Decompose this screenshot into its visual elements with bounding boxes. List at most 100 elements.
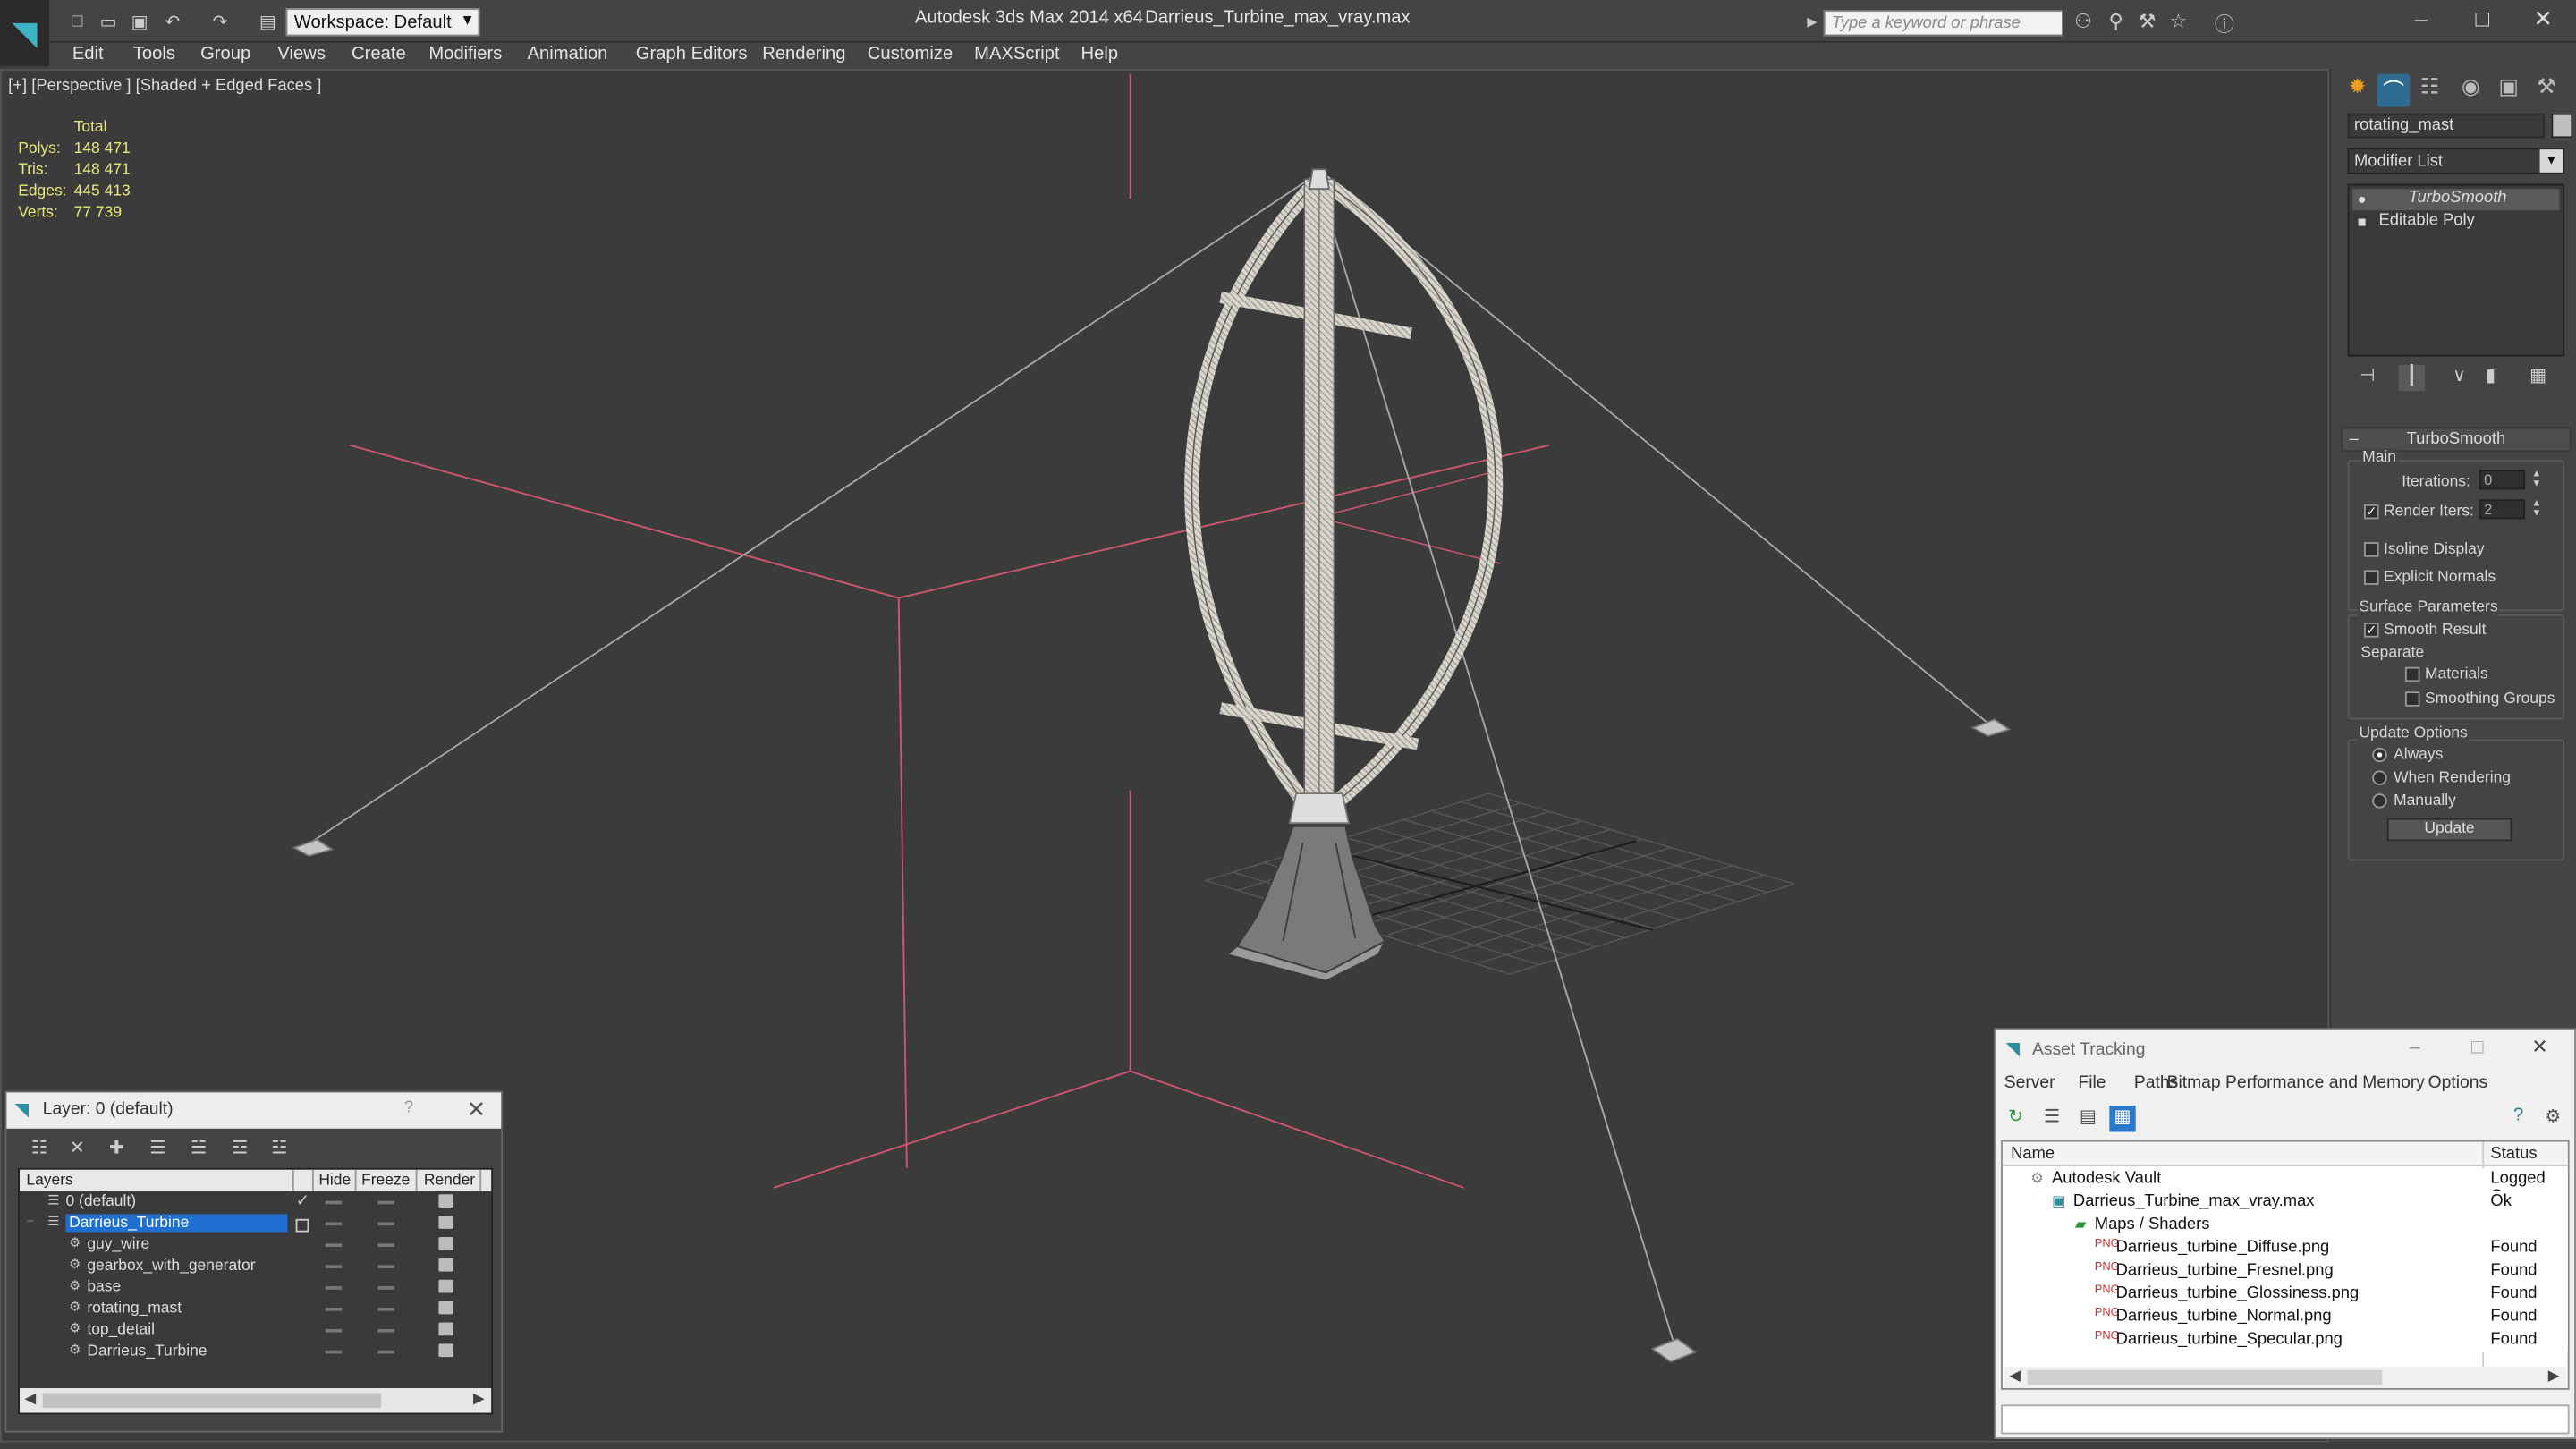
scrollbar-thumb[interactable] bbox=[42, 1393, 382, 1409]
menu-modifiers[interactable]: Modifiers bbox=[428, 45, 502, 64]
stack-item-editable-poly[interactable]: ■ Editable Poly bbox=[2352, 212, 2559, 233]
remove-modifier-icon[interactable]: ▮ bbox=[2478, 365, 2504, 391]
star-icon[interactable]: ☆ bbox=[2165, 10, 2191, 36]
asset-menu-bitmap[interactable]: Bitmap Performance and Memory bbox=[2167, 1072, 2425, 1092]
isoline-display-checkbox[interactable] bbox=[2364, 542, 2379, 557]
key-icon[interactable]: ⚲ bbox=[2103, 10, 2129, 36]
new-layer-icon[interactable]: ☷ bbox=[26, 1137, 52, 1163]
asset-row[interactable]: ⚙ Autodesk Vault Logged Ou bbox=[2002, 1167, 2568, 1206]
asset-menu-file[interactable]: File bbox=[2078, 1072, 2106, 1092]
project-folder-icon[interactable]: ▤ bbox=[257, 10, 280, 33]
column-render[interactable]: Render bbox=[424, 1172, 475, 1190]
spinner-arrows-icon[interactable]: ▲ ▼ bbox=[2530, 499, 2544, 519]
redo-icon[interactable]: ↷ bbox=[208, 10, 232, 33]
motion-tab-icon[interactable]: ◉ bbox=[2454, 74, 2487, 107]
open-file-icon[interactable]: ▭ bbox=[97, 10, 120, 33]
render-teapot-icon[interactable] bbox=[438, 1322, 453, 1336]
create-tab-icon[interactable]: ✹ bbox=[2341, 74, 2374, 107]
asset-row[interactable]: PNG Darrieus_turbine_Normal.png Found bbox=[2002, 1306, 2568, 1329]
binoculars-icon[interactable]: ⚇ bbox=[2070, 10, 2096, 36]
column-name[interactable]: Name bbox=[2011, 1145, 2055, 1163]
maximize-button[interactable]: □ bbox=[2458, 5, 2507, 35]
freeze-all-layers-icon[interactable]: ☳ bbox=[267, 1137, 292, 1163]
asset-row[interactable]: ▰ Maps / Shaders bbox=[2002, 1214, 2568, 1238]
help-icon[interactable]: ⓘ bbox=[2211, 10, 2237, 37]
list-view-icon[interactable]: ☰ bbox=[2038, 1106, 2064, 1131]
object-color-swatch[interactable] bbox=[2551, 113, 2573, 139]
minimize-button[interactable]: – bbox=[2397, 5, 2446, 35]
refresh-icon[interactable]: ↻ bbox=[2003, 1106, 2029, 1131]
horizontal-scrollbar[interactable]: ◀ ▶ bbox=[2004, 1367, 2566, 1389]
render-teapot-icon[interactable] bbox=[438, 1301, 453, 1315]
highlight-layer-icon[interactable]: ☱ bbox=[186, 1137, 212, 1163]
undo-icon[interactable]: ↶ bbox=[161, 10, 184, 33]
select-in-layer-icon[interactable]: ☰ bbox=[145, 1137, 171, 1163]
make-active-checkbox[interactable] bbox=[295, 1218, 309, 1233]
asset-menu-options[interactable]: Options bbox=[2428, 1072, 2487, 1092]
layer-row[interactable]: ⚙ gearbox_with_generator bbox=[20, 1257, 491, 1278]
scroll-left-icon[interactable]: ◀ bbox=[25, 1390, 37, 1408]
layer-row[interactable]: ⚙ rotating_mast bbox=[20, 1300, 491, 1321]
render-teapot-icon[interactable] bbox=[438, 1216, 453, 1229]
3dsmax-logo-icon[interactable]: ◥ bbox=[0, 0, 50, 66]
scrollbar-thumb[interactable] bbox=[2027, 1369, 2383, 1385]
menu-tools[interactable]: Tools bbox=[133, 45, 175, 64]
table-view-icon[interactable]: ▦ bbox=[2109, 1106, 2136, 1132]
menu-animation[interactable]: Animation bbox=[528, 45, 608, 64]
when-rendering-radio[interactable] bbox=[2372, 770, 2387, 785]
column-hide[interactable]: Hide bbox=[318, 1172, 351, 1190]
help-icon[interactable]: ? bbox=[404, 1099, 413, 1117]
asset-row[interactable]: PNG Darrieus_turbine_Fresnel.png Found bbox=[2002, 1259, 2568, 1284]
workspace-dropdown[interactable]: Workspace: Default ▼ bbox=[285, 8, 480, 37]
close-icon[interactable]: ✕ bbox=[467, 1096, 487, 1123]
asset-row[interactable]: ▣ Darrieus_Turbine_max_vray.max Ok bbox=[2002, 1191, 2568, 1215]
layer-row[interactable]: ⚙ guy_wire bbox=[20, 1235, 491, 1257]
help-icon[interactable]: ? bbox=[2505, 1106, 2531, 1131]
column-status[interactable]: Status bbox=[2490, 1145, 2537, 1163]
save-icon[interactable]: ▣ bbox=[128, 10, 151, 33]
asset-row[interactable]: PNG Darrieus_turbine_Diffuse.png Found bbox=[2002, 1237, 2568, 1260]
asset-menu-server[interactable]: Server bbox=[2004, 1072, 2055, 1092]
search-input[interactable]: Type a keyword or phrase bbox=[1823, 10, 2063, 37]
column-layers[interactable]: Layers bbox=[26, 1172, 72, 1190]
pin-stack-icon[interactable]: ⊣ bbox=[2354, 365, 2380, 391]
menu-edit[interactable]: Edit bbox=[72, 45, 104, 64]
scroll-right-icon[interactable]: ▶ bbox=[473, 1390, 485, 1408]
spinner-arrows-icon[interactable]: ▲ ▼ bbox=[2530, 470, 2544, 489]
render-teapot-icon[interactable] bbox=[438, 1343, 453, 1358]
menu-graph-editors[interactable]: Graph Editors bbox=[636, 45, 748, 64]
modify-tab-icon[interactable]: ⌒ bbox=[2377, 73, 2411, 107]
new-file-icon[interactable]: □ bbox=[65, 10, 89, 33]
minimize-button[interactable]: – bbox=[2397, 1035, 2433, 1061]
layer-row[interactable]: ⚙ top_detail bbox=[20, 1321, 491, 1343]
smooth-result-checkbox[interactable]: ✓ bbox=[2364, 623, 2379, 638]
render-teapot-icon[interactable] bbox=[438, 1279, 453, 1293]
always-radio[interactable] bbox=[2372, 747, 2387, 763]
smoothing-groups-checkbox[interactable] bbox=[2404, 691, 2420, 707]
object-name-field[interactable]: rotating_mast bbox=[2347, 113, 2546, 139]
search-expand-icon[interactable]: ▸ bbox=[1804, 10, 1820, 36]
layer-row[interactable]: ⚙ base bbox=[20, 1278, 491, 1300]
render-teapot-icon[interactable] bbox=[438, 1237, 453, 1250]
asset-row[interactable]: PNG Darrieus_turbine_Glossiness.png Foun… bbox=[2002, 1283, 2568, 1307]
close-button[interactable]: ✕ bbox=[2521, 1035, 2557, 1061]
delete-layer-icon[interactable]: ✕ bbox=[64, 1137, 90, 1163]
expand-icon[interactable]: ■ bbox=[2358, 214, 2367, 230]
layer-row[interactable]: ⚙ Darrieus_Turbine bbox=[20, 1343, 491, 1364]
detail-view-icon[interactable]: ▤ bbox=[2075, 1106, 2101, 1131]
scroll-left-icon[interactable]: ◀ bbox=[2009, 1367, 2021, 1385]
settings-icon[interactable]: ⚙ bbox=[2540, 1106, 2566, 1131]
iterations-spinner[interactable]: 0 bbox=[2479, 470, 2526, 490]
menu-rendering[interactable]: Rendering bbox=[762, 45, 845, 64]
scroll-right-icon[interactable]: ▶ bbox=[2548, 1367, 2560, 1385]
display-tab-icon[interactable]: ▣ bbox=[2492, 74, 2525, 107]
render-iters-spinner[interactable]: 2 bbox=[2479, 499, 2526, 520]
make-unique-icon[interactable]: ∨ bbox=[2446, 365, 2472, 391]
horizontal-scrollbar[interactable]: ◀ ▶ bbox=[20, 1388, 492, 1413]
add-to-layer-icon[interactable]: ✚ bbox=[104, 1137, 130, 1163]
menu-create[interactable]: Create bbox=[352, 45, 406, 64]
menu-views[interactable]: Views bbox=[277, 45, 326, 64]
lightbulb-icon[interactable]: ● bbox=[2358, 191, 2367, 207]
asset-row[interactable]: PNG Darrieus_turbine_Specular.png Found bbox=[2002, 1328, 2568, 1352]
active-layer-check-icon[interactable]: ✓ bbox=[296, 1192, 309, 1210]
